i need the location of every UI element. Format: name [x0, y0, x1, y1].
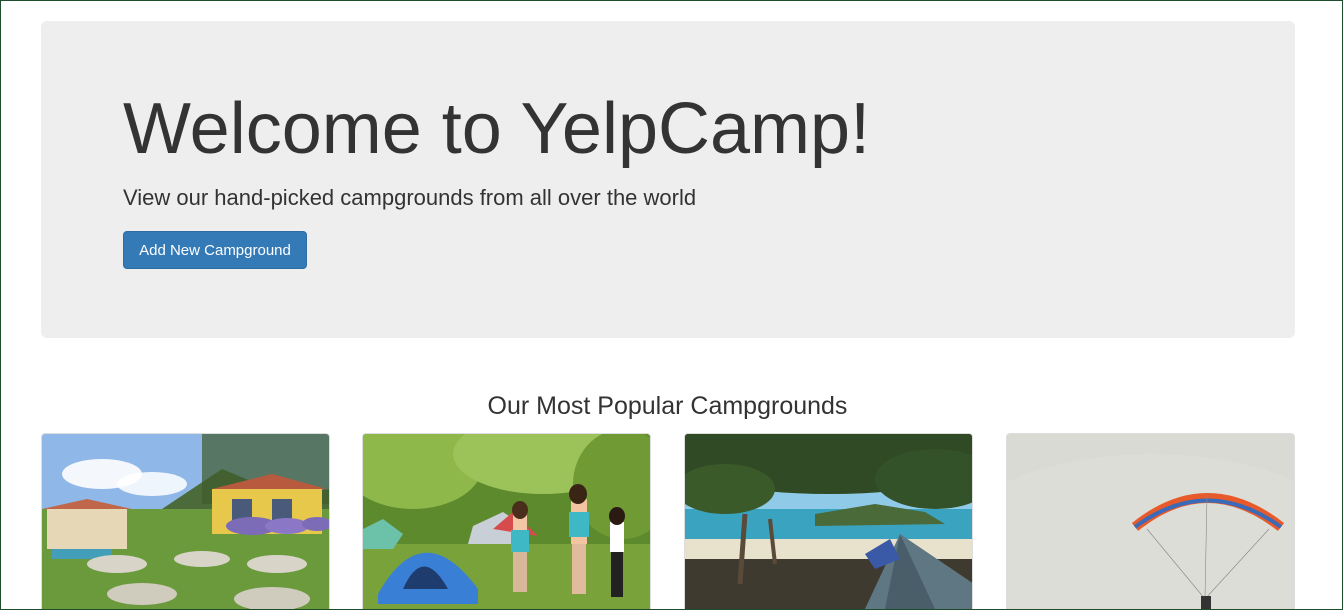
campground-card[interactable] [362, 433, 651, 610]
campground-card[interactable] [1006, 433, 1295, 610]
page-title: Welcome to YelpCamp! [123, 89, 871, 169]
campground-card[interactable] [41, 433, 330, 610]
campground-card[interactable] [684, 433, 973, 610]
section-title: Our Most Popular Campgrounds [487, 392, 848, 420]
campground-image[interactable] [363, 434, 651, 610]
campground-image[interactable] [1007, 434, 1295, 610]
add-new-campground-button[interactable]: Add New Campground [123, 231, 307, 269]
campground-image[interactable] [42, 434, 330, 610]
campground-image[interactable] [685, 434, 973, 610]
page-subtitle: View our hand-picked campgrounds from al… [123, 185, 697, 210]
jumbotron: Welcome to YelpCamp! View our hand-picke… [41, 21, 1295, 338]
